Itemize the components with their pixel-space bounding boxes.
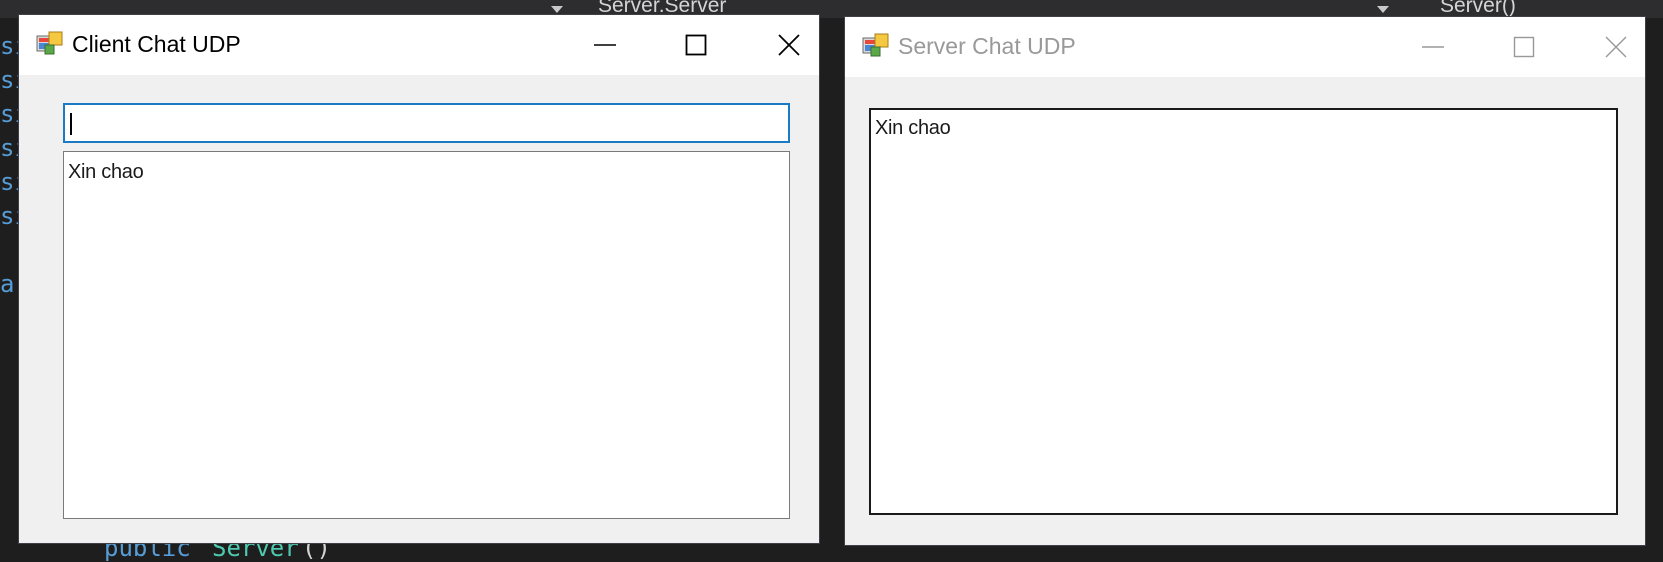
breadcrumb-member[interactable]: Server() [1440,0,1516,18]
chat-log-listbox[interactable]: Xin chao [869,108,1618,515]
close-button[interactable] [744,15,834,75]
close-button[interactable] [1571,17,1661,77]
server-title-bar[interactable]: Server Chat UDP [845,17,1645,77]
message-input[interactable] [63,103,790,143]
close-icon [1605,36,1627,58]
minimize-button[interactable] [560,15,650,75]
text-caret [70,113,72,135]
chevron-down-icon[interactable] [551,6,563,13]
maximize-button[interactable] [1479,17,1569,77]
minimize-icon [594,44,616,46]
chat-log-item[interactable]: Xin chao [68,160,144,184]
close-icon [778,34,800,56]
client-title-bar[interactable]: Client Chat UDP [19,15,819,75]
window-title: Server Chat UDP [898,33,1076,59]
server-chat-window: Server Chat UDP Xin chao [845,17,1645,545]
window-title: Client Chat UDP [72,31,241,57]
client-chat-window: Client Chat UDP Xin chao [19,15,819,543]
maximize-icon [1513,36,1535,58]
app-form-icon [36,31,63,55]
maximize-icon [685,34,707,56]
app-form-icon [862,33,889,57]
maximize-button[interactable] [651,15,741,75]
minimize-button[interactable] [1388,17,1478,77]
minimize-icon [1422,46,1444,48]
chat-log-listbox[interactable]: Xin chao [63,151,790,519]
chevron-down-icon[interactable] [1377,6,1389,13]
chat-log-item[interactable]: Xin chao [875,116,951,140]
